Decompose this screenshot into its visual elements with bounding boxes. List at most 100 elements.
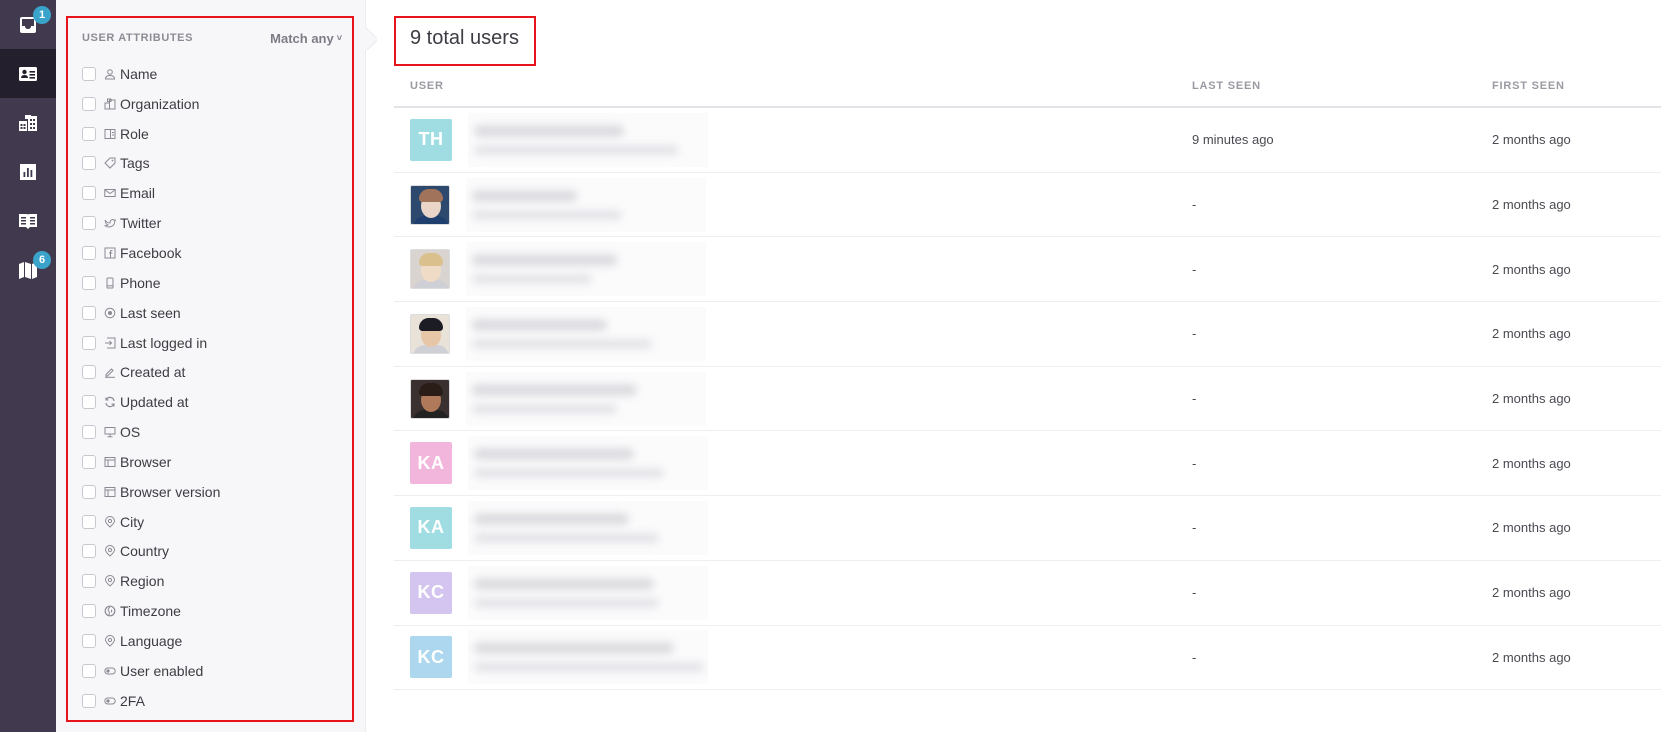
attribute-filter-browser[interactable]: Browser (82, 447, 342, 477)
attribute-checkbox[interactable] (82, 186, 96, 201)
redacted-user-name (468, 436, 708, 491)
attribute-checkbox[interactable] (82, 514, 96, 529)
user-cell: KC (394, 630, 1192, 685)
attribute-checkbox[interactable] (82, 126, 96, 141)
column-header-last-seen[interactable]: LAST SEEN (1192, 80, 1492, 92)
avatar[interactable]: KA (410, 506, 452, 549)
match-any-dropdown[interactable]: Match any ˅ (270, 31, 342, 46)
table-body: TH 9 minutes ago 2 months ago - 2 months ago… (394, 108, 1661, 691)
attribute-checkbox[interactable] (82, 693, 96, 708)
attribute-label: Country (120, 543, 170, 560)
avatar-photo[interactable] (410, 184, 450, 225)
last-seen-cell: - (1192, 197, 1197, 213)
attribute-filter-role[interactable]: Role (82, 119, 342, 149)
attribute-filter-tags[interactable]: Tags (82, 149, 342, 179)
attribute-checkbox[interactable] (82, 484, 96, 499)
attribute-checkbox[interactable] (82, 604, 96, 619)
nav-item-companies[interactable] (0, 98, 56, 147)
nav-item-knowledge-base[interactable] (0, 196, 56, 245)
table-row[interactable]: - 2 months ago (394, 302, 1661, 367)
filter-header: USER ATTRIBUTES Match any ˅ (82, 30, 342, 46)
envelope-icon (104, 187, 116, 199)
attribute-label: City (120, 513, 145, 530)
attribute-checkbox[interactable] (82, 633, 96, 648)
avatar-photo[interactable] (410, 249, 450, 290)
attribute-filter-city[interactable]: City (82, 507, 342, 537)
table-row[interactable]: KA - 2 months ago (394, 431, 1661, 497)
first-seen-cell: 2 months ago (1492, 261, 1571, 277)
nav-item-reports[interactable] (0, 147, 56, 196)
avatar[interactable]: KA (410, 442, 452, 485)
attribute-filter-last-logged-in[interactable]: Last logged in (82, 328, 342, 358)
avatar-photo[interactable] (410, 313, 450, 354)
redacted-user-name (466, 371, 706, 426)
nav-item-users[interactable] (0, 49, 56, 98)
column-header-first-seen[interactable]: FIRST SEEN (1492, 80, 1661, 92)
nav-item-inbox[interactable]: 1 (0, 0, 56, 49)
attribute-checkbox[interactable] (82, 335, 96, 350)
attribute-filter-facebook[interactable]: Facebook (82, 238, 342, 268)
last-seen-cell: - (1192, 585, 1197, 601)
globe-clock-icon (104, 605, 116, 617)
table-row[interactable]: KC - 2 months ago (394, 626, 1661, 691)
location-pin-icon (104, 575, 116, 587)
avatar[interactable]: TH (410, 118, 452, 161)
attribute-checkbox[interactable] (82, 96, 96, 111)
attribute-filter-email[interactable]: Email (82, 178, 342, 208)
browser-window-icon (104, 486, 116, 498)
attribute-checkbox[interactable] (82, 216, 96, 231)
users-table: USER LAST SEEN FIRST SEEN TH 9 minutes ag… (394, 80, 1661, 691)
attribute-checkbox[interactable] (82, 365, 96, 380)
column-header-user[interactable]: USER (394, 80, 1192, 92)
attribute-filter-2fa[interactable]: 2FA (82, 686, 342, 716)
attribute-checkbox[interactable] (82, 544, 96, 559)
roadmap-badge: 6 (33, 251, 51, 269)
attribute-filter-phone[interactable]: Phone (82, 268, 342, 298)
total-users-count: 9 total users (394, 16, 536, 66)
table-row[interactable]: TH 9 minutes ago 2 months ago (394, 108, 1661, 173)
attribute-checkbox[interactable] (82, 156, 96, 171)
attribute-filter-region[interactable]: Region (82, 566, 342, 596)
user-cell: KC (394, 565, 1192, 620)
attribute-filter-language[interactable]: Language (82, 626, 342, 656)
attribute-filter-country[interactable]: Country (82, 537, 342, 567)
attribute-checkbox[interactable] (82, 275, 96, 290)
attribute-checkbox[interactable] (82, 663, 96, 678)
users-main: 9 total users USER LAST SEEN FIRST SEEN … (366, 0, 1661, 732)
last-seen-cell: - (1192, 326, 1197, 342)
attribute-filter-last-seen[interactable]: Last seen (82, 298, 342, 328)
attribute-filter-organization[interactable]: Organization (82, 89, 342, 119)
first-seen-cell: 2 months ago (1492, 326, 1571, 342)
table-row[interactable]: KC - 2 months ago (394, 561, 1661, 626)
attribute-filter-user-enabled[interactable]: User enabled (82, 656, 342, 686)
attribute-filter-name[interactable]: Name (82, 59, 342, 89)
attribute-filter-timezone[interactable]: Timezone (82, 596, 342, 626)
last-seen-cell: - (1192, 455, 1197, 471)
attribute-checkbox[interactable] (82, 245, 96, 260)
nav-item-roadmap[interactable]: 6 (0, 245, 56, 294)
table-row[interactable]: KA - 2 months ago (394, 496, 1661, 561)
attribute-label: Facebook (120, 244, 182, 261)
attribute-checkbox[interactable] (82, 305, 96, 320)
attribute-checkbox[interactable] (82, 454, 96, 469)
attribute-filter-updated-at[interactable]: Updated at (82, 387, 342, 417)
attribute-list: Name Organization Role Tags Email Twitter Face… (82, 59, 342, 716)
attribute-filter-created-at[interactable]: Created at (82, 357, 342, 387)
attribute-filter-os[interactable]: OS (82, 417, 342, 447)
person-icon (104, 68, 116, 80)
attribute-filter-browser-version[interactable]: Browser version (82, 477, 342, 507)
avatar[interactable]: KC (410, 571, 452, 614)
attribute-label: Last seen (120, 304, 181, 321)
attribute-checkbox[interactable] (82, 66, 96, 81)
table-row[interactable]: - 2 months ago (394, 173, 1661, 238)
avatar[interactable]: KC (410, 636, 452, 679)
attribute-label: Twitter (120, 215, 162, 232)
attribute-checkbox[interactable] (82, 425, 96, 440)
table-row[interactable]: - 2 months ago (394, 237, 1661, 303)
avatar-photo[interactable] (410, 378, 450, 419)
attribute-checkbox[interactable] (82, 574, 96, 589)
table-row[interactable]: - 2 months ago (394, 367, 1661, 432)
attribute-filter-twitter[interactable]: Twitter (82, 208, 342, 238)
attribute-label: Last logged in (120, 334, 208, 351)
attribute-checkbox[interactable] (82, 395, 96, 410)
